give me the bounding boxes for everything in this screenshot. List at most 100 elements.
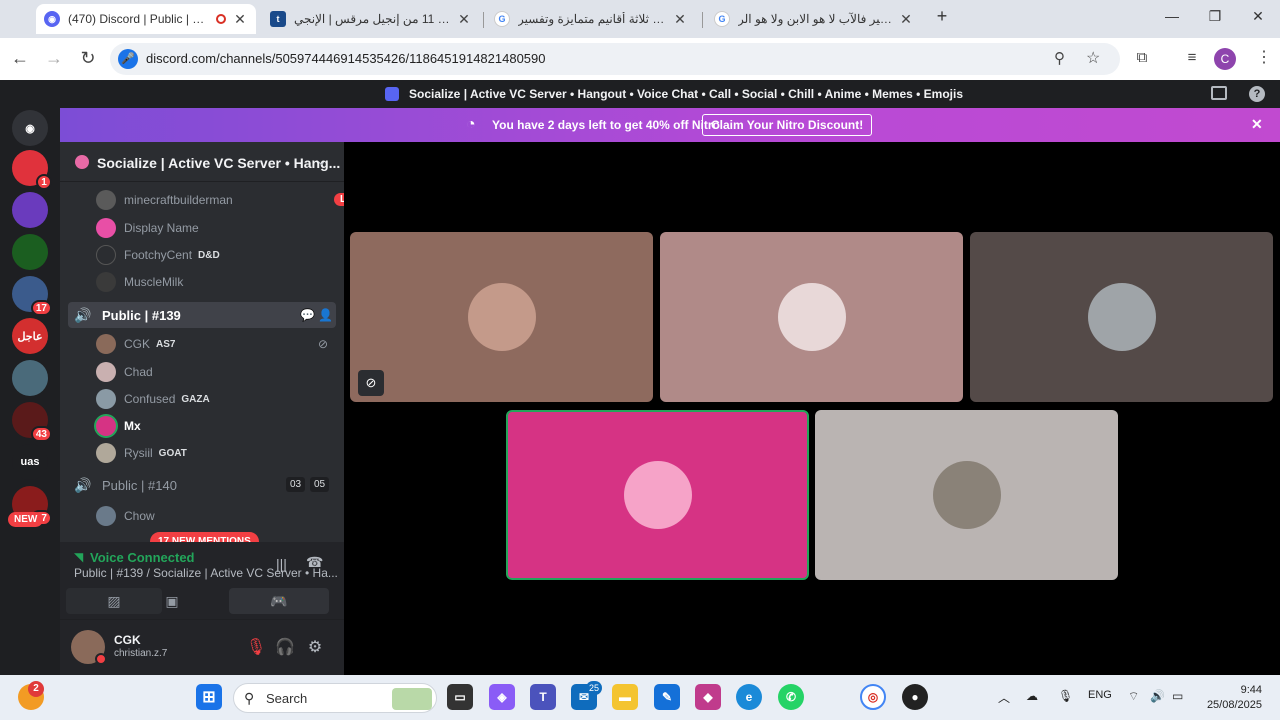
copilot-icon[interactable]: ◈ — [489, 684, 515, 710]
back-icon[interactable]: ← — [8, 48, 32, 68]
close-banner-icon[interactable]: ✕ — [1251, 116, 1263, 133]
voice-channel-link[interactable]: Public | #139 / Socialize | Active VC Se… — [74, 566, 338, 580]
activities-button[interactable]: 🎮 — [229, 588, 329, 614]
voice-channel-139[interactable]: 🔊 Public | #139 💬 👤 — [68, 302, 336, 328]
discord-home-icon[interactable]: ◉ — [12, 110, 48, 146]
server-icon[interactable]: 43 — [12, 402, 52, 442]
reload-icon[interactable]: ↻ — [76, 48, 100, 68]
server-icon[interactable]: 1 — [12, 150, 52, 190]
member-name: CGK — [124, 337, 151, 351]
extensions-icon[interactable]: ⧉ — [1130, 48, 1154, 68]
edit-app-icon[interactable]: ✎ — [654, 684, 680, 710]
voice-member[interactable]: Mx — [96, 414, 141, 438]
server-label: uas — [20, 456, 40, 468]
inbox-icon[interactable] — [1211, 86, 1227, 100]
voice-member[interactable]: CGK AS7 ⊘ — [96, 332, 336, 356]
tab-google-1[interactable]: G ما هي ثلاثة أقانيم متمايزة وتفسير ✕ — [486, 4, 696, 34]
chrome-icon[interactable]: ◎ — [860, 684, 886, 710]
member-name: Chow — [124, 509, 155, 523]
obs-icon[interactable]: ● — [902, 684, 928, 710]
new-tab-button[interactable]: + — [932, 6, 952, 27]
voice-member[interactable]: FootchyCent D&D — [96, 243, 220, 267]
file-explorer-icon[interactable]: ▬ — [612, 684, 638, 710]
close-tab-icon[interactable]: ✕ — [672, 11, 688, 28]
speaker-icon: 🔊 — [74, 476, 92, 493]
close-tab-icon[interactable]: ✕ — [898, 11, 914, 28]
participant-tile[interactable] — [660, 232, 963, 402]
tray-mic-icon[interactable]: 🎙 — [1058, 689, 1073, 703]
participant-tile[interactable]: ⊘ — [350, 232, 653, 402]
server-icon[interactable]: uas — [12, 444, 48, 480]
server-icon[interactable] — [12, 192, 48, 228]
tab-discord[interactable]: ◉ (470) Discord | Public | #139 ✕ — [36, 4, 256, 34]
chat-icon[interactable]: 💬 — [300, 308, 315, 322]
participant-tile[interactable] — [815, 410, 1118, 580]
tray-chevron-icon[interactable]: ︿ — [998, 689, 1010, 706]
language-indicator[interactable]: ENG — [1088, 689, 1112, 701]
close-window-icon[interactable]: ✕ — [1248, 8, 1268, 25]
voice-member[interactable]: Display Name — [96, 216, 199, 240]
edge-icon[interactable]: e — [736, 684, 762, 710]
volume-icon[interactable]: 🔊 — [1150, 689, 1165, 703]
member-name: Chad — [124, 365, 153, 379]
close-tab-icon[interactable]: ✕ — [232, 11, 248, 28]
participant-tile[interactable] — [970, 232, 1273, 402]
profile-avatar[interactable]: C — [1214, 48, 1236, 70]
minimize-icon[interactable]: — — [1162, 8, 1182, 24]
forward-icon[interactable]: → — [42, 48, 66, 68]
bookmark-star-icon[interactable]: ☆ — [1086, 48, 1100, 68]
office-icon[interactable]: ◆ — [695, 684, 721, 710]
member-tag: GAZA — [181, 393, 210, 405]
start-menu-icon[interactable]: ⊞ — [196, 684, 222, 710]
headphones-icon[interactable]: 🎧 — [273, 635, 297, 659]
media-control-icon[interactable]: ≡ — [1180, 48, 1204, 68]
member-name: Confused — [124, 392, 176, 406]
whatsapp-icon[interactable]: ✆ — [778, 684, 804, 710]
avatar — [96, 416, 116, 436]
voice-channel-140[interactable]: 🔊 Public | #140 03 05 — [68, 472, 336, 498]
server-icon[interactable] — [12, 360, 48, 396]
voice-member[interactable]: minecraftbuilderman LIVE — [96, 188, 369, 212]
tab-title: تفسير فالآب لا هو الابن ولا هو الر — [738, 12, 898, 26]
microphone-icon[interactable]: 🎤 — [118, 49, 138, 69]
settings-gear-icon[interactable]: ⚙ — [303, 635, 327, 659]
chevron-down-icon[interactable]: ⌄ — [316, 153, 327, 169]
participant-tile-speaking[interactable] — [506, 410, 809, 580]
battery-icon[interactable]: ▭ — [1172, 689, 1183, 703]
server-icon[interactable]: 17 — [12, 276, 52, 316]
zoom-icon[interactable]: ⚲ — [1054, 49, 1065, 67]
voice-member[interactable]: Chow — [96, 504, 155, 528]
voice-member[interactable]: Rysiil GOAT — [96, 441, 187, 465]
wifi-icon[interactable]: ⌔ — [1128, 689, 1139, 704]
avatar — [96, 190, 116, 210]
help-icon[interactable]: ? — [1249, 86, 1265, 102]
onedrive-icon[interactable]: ☁ — [1026, 689, 1038, 703]
system-clock[interactable]: 9:44 25/08/2025 — [1200, 683, 1262, 713]
disconnect-icon[interactable]: ☎ — [306, 554, 323, 571]
task-view-icon[interactable]: ▭ — [447, 684, 473, 710]
guild-header[interactable]: Socialize | Active VC Server • Hang... ⌄ — [60, 142, 344, 182]
tab-title: ما هي ثلاثة أقانيم متمايزة وتفسير — [518, 12, 672, 26]
voice-member[interactable]: Confused GAZA — [96, 387, 210, 411]
mute-mic-icon[interactable]: 🎙 — [244, 635, 268, 659]
restore-icon[interactable]: ❐ — [1205, 8, 1225, 25]
browser-menu-icon[interactable]: ⋮ — [1252, 48, 1276, 68]
claim-nitro-button[interactable]: Claim Your Nitro Discount! — [702, 114, 873, 136]
search-icon: ⚲ — [244, 690, 255, 706]
voice-member[interactable]: MuscleMilk — [96, 270, 183, 294]
invite-icon[interactable]: 👤 — [318, 308, 333, 322]
teams-icon[interactable]: T — [530, 684, 556, 710]
voice-member[interactable]: Chad — [96, 360, 153, 384]
tab-bible[interactable]: t إصحاح 11 من إنجيل مرقس | الإنجي ✕ — [262, 4, 480, 34]
taskbar-search[interactable]: ⚲ Search — [233, 683, 437, 713]
tab-title: (470) Discord | Public | #139 — [68, 12, 210, 26]
close-tab-icon[interactable]: ✕ — [456, 11, 472, 28]
screenshare-button[interactable]: ▣ — [124, 588, 220, 614]
noise-suppression-icon[interactable]: ||| — [276, 556, 287, 572]
avatar — [96, 506, 116, 526]
server-icon[interactable]: عاجل — [12, 318, 48, 354]
address-bar[interactable]: 🎤 discord.com/channels/50597444691453542… — [110, 43, 1120, 75]
tab-google-2[interactable]: G تفسير فالآب لا هو الابن ولا هو الر ✕ — [706, 4, 922, 34]
server-icon[interactable] — [12, 234, 48, 270]
avatar — [96, 272, 116, 292]
